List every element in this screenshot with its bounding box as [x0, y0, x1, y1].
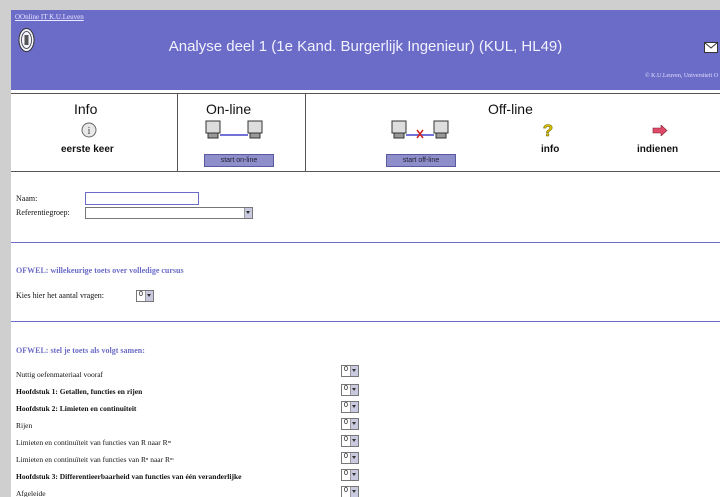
list-item: Nuttig oefenmateriaal vooraf: [16, 370, 104, 379]
list-item: Limieten en continuïteit van functies va…: [16, 438, 172, 447]
chevron-down-icon: [350, 385, 358, 395]
offline-connection-icon: [391, 120, 449, 139]
list-item: Hoofdstuk 3: Differentieerbaarheid van f…: [16, 472, 242, 481]
header-banner: OOnline IT K.U.Leuven Analyse deel 1 (1e…: [11, 10, 720, 90]
list-item-select[interactable]: 0: [341, 435, 359, 447]
info-icon[interactable]: i: [81, 122, 97, 138]
online-label: On-line: [206, 101, 252, 117]
chevron-down-icon: [145, 291, 153, 301]
list-item-select[interactable]: 0: [341, 469, 359, 481]
window-frame: OOnline IT K.U.Leuven Analyse deel 1 (1e…: [0, 0, 720, 497]
list-item: Rijen: [16, 421, 33, 430]
list-item: Afgeleide: [16, 489, 46, 497]
section-random-title: OFWEL: willekeurige toets over volledige…: [16, 266, 184, 275]
question-count-select[interactable]: 0: [136, 290, 154, 302]
list-item-select[interactable]: 0: [341, 384, 359, 396]
list-item-select[interactable]: 0: [341, 418, 359, 430]
page-title: Analyse deel 1 (1e Kand. Burgerlijk Inge…: [168, 38, 563, 55]
online-cell: On-line start on-line: [178, 94, 305, 171]
name-input[interactable]: [85, 192, 199, 205]
start-offline-button[interactable]: start off-line: [386, 154, 456, 167]
list-item: Hoofdstuk 1: Getallen, functies en rijen: [16, 387, 143, 396]
chevron-down-icon: [350, 453, 358, 463]
offline-info-link[interactable]: info: [541, 144, 559, 155]
section-compose-title: OFWEL: stel je toets als volgt samen:: [16, 346, 145, 355]
list-item: Hoofdstuk 2: Limieten en continuïteit: [16, 404, 137, 413]
chevron-down-icon: [244, 208, 252, 218]
group-label: Referentiegroep:: [16, 208, 70, 217]
question-count-label: Kies hier het aantal vragen:: [16, 291, 104, 300]
start-online-button[interactable]: start on-line: [204, 154, 274, 167]
list-item-select[interactable]: 0: [341, 401, 359, 413]
svg-text:?: ?: [543, 121, 553, 139]
question-mark-icon[interactable]: ?: [540, 121, 556, 139]
chevron-down-icon: [350, 419, 358, 429]
online-connection-icon: [205, 120, 263, 139]
submit-pointer-icon[interactable]: [652, 125, 668, 136]
chevron-down-icon: [350, 487, 358, 497]
chevron-down-icon: [350, 470, 358, 480]
svg-text:i: i: [88, 126, 91, 137]
submit-link[interactable]: indienen: [637, 144, 678, 155]
offline-label: Off-line: [488, 101, 533, 117]
name-label: Naam:: [16, 194, 38, 203]
first-time-link[interactable]: eerste keer: [61, 144, 114, 155]
divider: [11, 242, 720, 243]
list-item: Limieten en continuïteit van functies va…: [16, 455, 174, 464]
mode-toolbar: Info i eerste keer On-line start on-line…: [11, 93, 720, 172]
list-item-select[interactable]: 0: [341, 365, 359, 377]
chevron-down-icon: [350, 436, 358, 446]
group-select[interactable]: [85, 207, 253, 219]
list-item-select[interactable]: 0: [341, 486, 359, 497]
info-cell: Info i eerste keer: [11, 94, 177, 171]
copyright-text: © K.U.Leuven, Universiteit O: [645, 73, 718, 79]
offline-cell: Off-line start off-line ? info indienen: [306, 94, 720, 171]
chevron-down-icon: [350, 366, 358, 376]
mail-icon[interactable]: [704, 42, 718, 53]
list-item-select[interactable]: 0: [341, 452, 359, 464]
chevron-down-icon: [350, 402, 358, 412]
info-label: Info: [74, 101, 98, 117]
top-link[interactable]: OOnline IT K.U.Leuven: [15, 13, 84, 21]
divider: [11, 321, 720, 322]
page: OOnline IT K.U.Leuven Analyse deel 1 (1e…: [11, 10, 720, 497]
